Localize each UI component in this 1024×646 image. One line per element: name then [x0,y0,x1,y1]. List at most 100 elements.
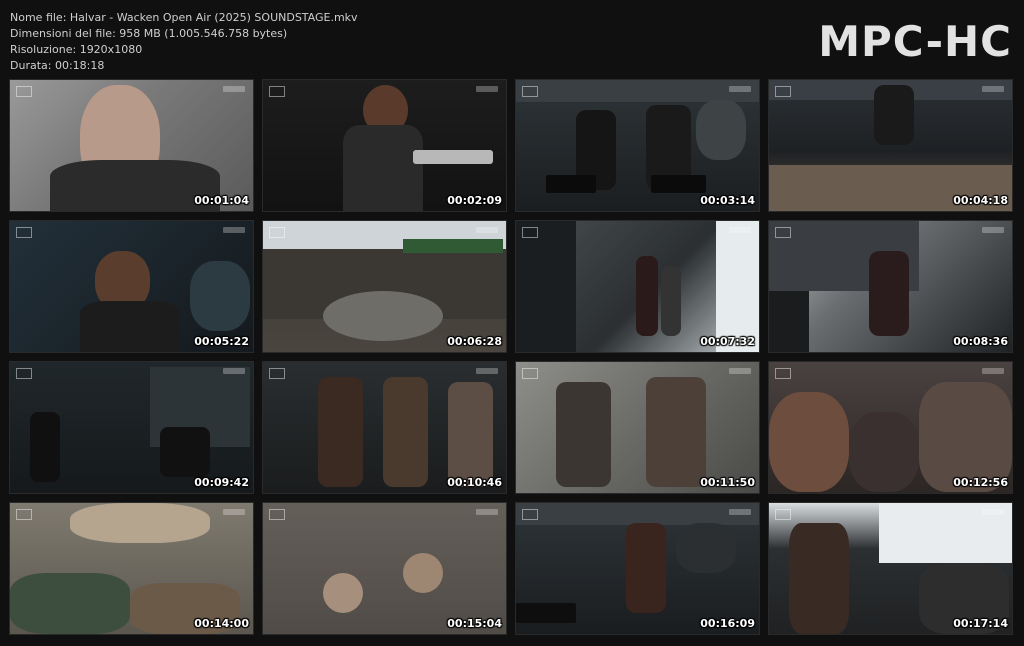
video-thumbnail: 00:01:04 [10,80,253,211]
scene-shape [661,266,681,336]
thumbnail-timestamp: 00:08:36 [953,335,1008,348]
scene-shape [80,301,180,352]
video-thumbnail: 00:05:22 [10,221,253,352]
video-thumbnail: 00:06:28 [263,221,506,352]
scene-shape [403,553,443,593]
broadcast-logo-icon [522,227,538,238]
thumbnail-timestamp: 00:16:09 [700,617,755,630]
scene-shape [343,125,423,211]
channel-watermark-icon [223,227,245,233]
broadcast-logo-icon [16,368,32,379]
channel-watermark-icon [476,86,498,92]
broadcast-logo-icon [522,509,538,520]
channel-watermark-icon [729,509,751,515]
scene-shape [849,412,919,492]
thumbnail-grid: 00:01:04 00:02:09 00:03:14 00:04:18 00:05:22… [10,80,1012,634]
channel-watermark-icon [476,368,498,374]
channel-watermark-icon [729,368,751,374]
thumbnail-timestamp: 00:05:22 [194,335,249,348]
thumbnail-timestamp: 00:07:32 [700,335,755,348]
scene-shape [716,221,759,352]
thumbnail-timestamp: 00:17:14 [953,617,1008,630]
scene-shape [556,382,611,487]
broadcast-logo-icon [269,368,285,379]
video-thumbnail: 00:08:36 [769,221,1012,352]
scene-shape [448,382,493,487]
video-thumbnail: 00:16:09 [516,503,759,634]
scene-shape [190,261,250,331]
scene-shape [676,523,736,573]
broadcast-logo-icon [269,509,285,520]
video-thumbnail: 00:15:04 [263,503,506,634]
scene-shape [516,503,759,525]
scene-shape [874,85,914,145]
broadcast-logo-icon [269,227,285,238]
scene-shape [516,80,759,102]
channel-watermark-icon [223,509,245,515]
file-info: Nome file: Halvar - Wacken Open Air (202… [10,10,358,74]
video-thumbnail: 00:12:56 [769,362,1012,493]
video-thumbnail: 00:11:50 [516,362,759,493]
scene-shape [869,251,909,336]
mpc-hc-logo: MPC-HC [818,17,1012,66]
channel-watermark-icon [223,86,245,92]
channel-watermark-icon [982,368,1004,374]
file-resolution: Risoluzione: 1920x1080 [10,43,143,56]
scene-shape [789,523,849,634]
video-thumbnail: 00:10:46 [263,362,506,493]
video-thumbnail: 00:03:14 [516,80,759,211]
scene-shape [651,175,706,193]
thumbnail-frame [516,362,759,493]
broadcast-logo-icon [522,86,538,97]
file-name: Nome file: Halvar - Wacken Open Air (202… [10,11,358,24]
scene-shape [769,291,809,352]
channel-watermark-icon [982,509,1004,515]
broadcast-logo-icon [16,227,32,238]
thumbnail-timestamp: 00:01:04 [194,194,249,207]
thumbnail-timestamp: 00:12:56 [953,476,1008,489]
channel-watermark-icon [223,368,245,374]
scene-shape [323,573,363,613]
scene-shape [160,427,210,477]
scene-shape [263,503,506,634]
scene-shape [403,239,503,253]
scene-shape [383,377,428,487]
video-thumbnail: 00:07:32 [516,221,759,352]
video-thumbnail: 00:14:00 [10,503,253,634]
broadcast-logo-icon [775,368,791,379]
channel-watermark-icon [476,509,498,515]
scene-shape [646,377,706,487]
file-size: Dimensioni del file: 958 MB (1.005.546.7… [10,27,288,40]
thumbnail-timestamp: 00:02:09 [447,194,502,207]
scene-shape [546,175,596,193]
thumbnail-timestamp: 00:11:50 [700,476,755,489]
scene-shape [636,256,658,336]
channel-watermark-icon [729,86,751,92]
thumbnail-sheet: Nome file: Halvar - Wacken Open Air (202… [0,0,1024,646]
scene-shape [323,291,443,341]
thumbnail-timestamp: 00:09:42 [194,476,249,489]
scene-shape [30,412,60,482]
broadcast-logo-icon [775,227,791,238]
scene-shape [318,377,363,487]
broadcast-logo-icon [16,86,32,97]
broadcast-logo-icon [522,368,538,379]
broadcast-logo-icon [775,509,791,520]
thumbnail-timestamp: 00:10:46 [447,476,502,489]
channel-watermark-icon [982,86,1004,92]
scene-shape [413,150,493,164]
scene-shape [626,523,666,613]
video-thumbnail: 00:17:14 [769,503,1012,634]
thumbnail-timestamp: 00:15:04 [447,617,502,630]
scene-shape [516,603,576,623]
video-thumbnail: 00:04:18 [769,80,1012,211]
scene-shape [70,503,210,543]
scene-shape [516,221,576,352]
broadcast-logo-icon [269,86,285,97]
thumbnail-timestamp: 00:03:14 [700,194,755,207]
channel-watermark-icon [982,227,1004,233]
thumbnail-timestamp: 00:04:18 [953,194,1008,207]
video-thumbnail: 00:02:09 [263,80,506,211]
thumbnail-timestamp: 00:14:00 [194,617,249,630]
broadcast-logo-icon [775,86,791,97]
